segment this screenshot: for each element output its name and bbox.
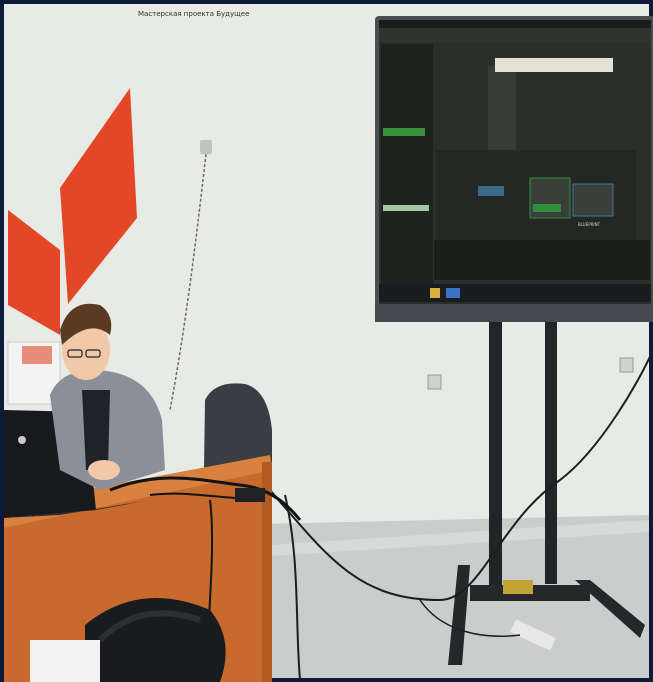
wall-caption: Мастерская проекта Будущее xyxy=(138,10,249,18)
editor-dropdown xyxy=(495,58,613,72)
wall-socket xyxy=(200,140,212,154)
student-hand xyxy=(88,460,120,480)
student-shirt xyxy=(82,390,110,470)
stand-warning-label xyxy=(503,580,533,594)
wall-outlet-right xyxy=(619,357,634,373)
screen-taskbar xyxy=(379,284,651,302)
editor-left-panel xyxy=(381,44,433,284)
classroom-photo: Мастерская проекта Будущее BLUEPRINT xyxy=(0,0,653,682)
wall-outlet-left xyxy=(427,374,442,390)
interactive-display: BLUEPRINT xyxy=(375,16,653,322)
editor-watermark: BLUEPRINT xyxy=(578,222,601,227)
white-device-label xyxy=(22,346,52,364)
